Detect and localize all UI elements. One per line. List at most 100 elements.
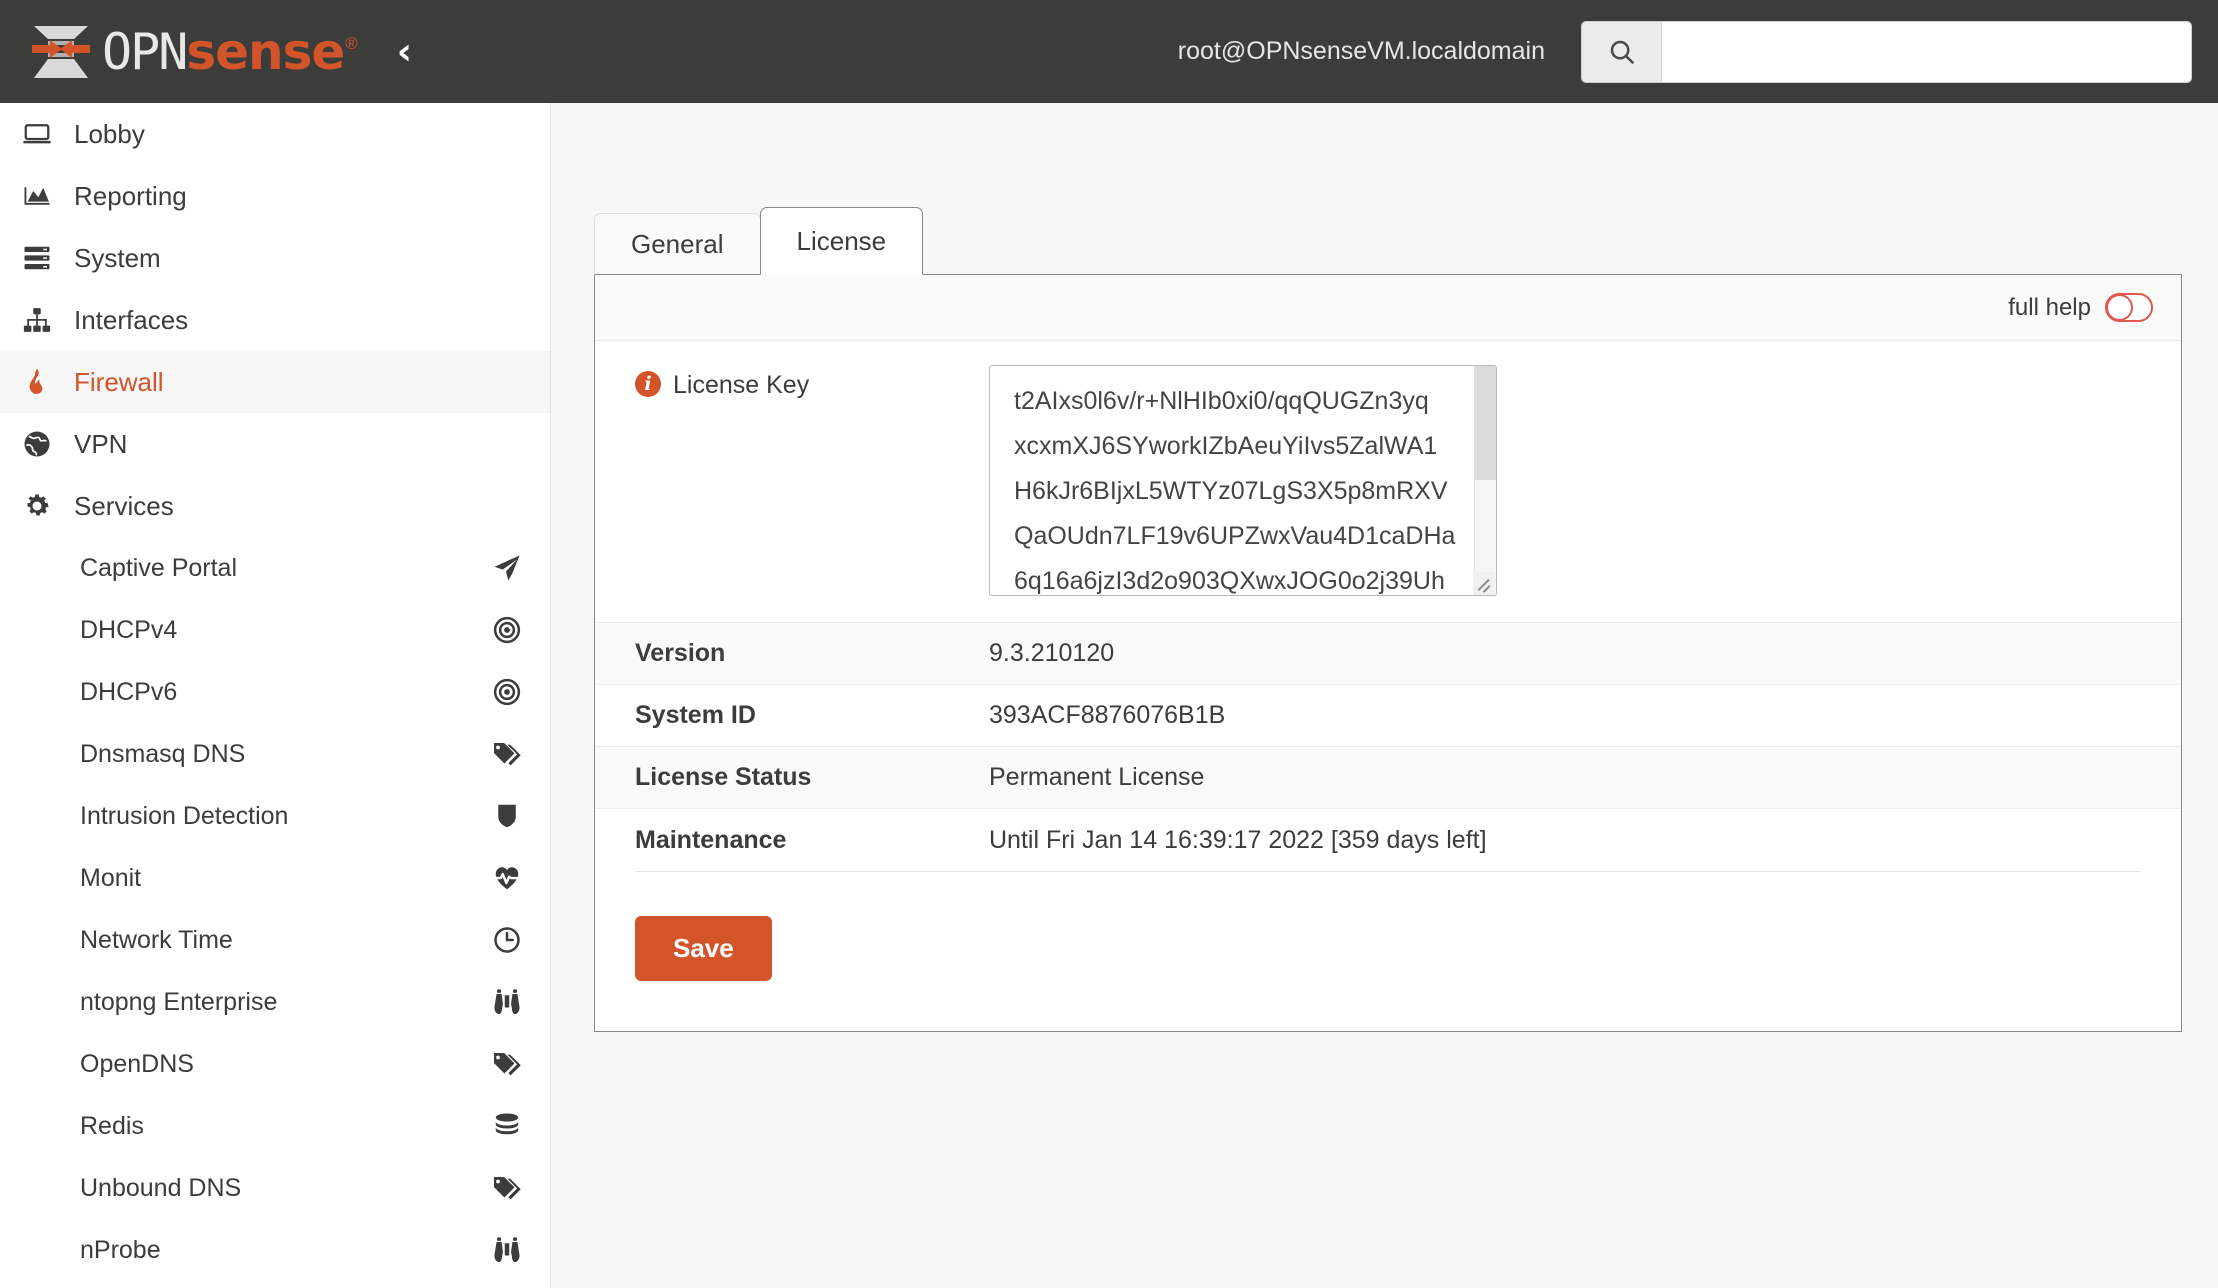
sitemap-icon [14, 305, 60, 335]
sidebar-subitem-label: Network Time [80, 925, 233, 954]
sidebar-item-label: Interfaces [74, 304, 189, 335]
opnsense-logo-icon [32, 25, 90, 78]
sidebar: Lobby Reporting System Interfaces Firewa… [0, 103, 551, 1288]
tags-icon [492, 739, 522, 769]
current-user-label: root@OPNsenseVM.localdomain [1177, 37, 1545, 65]
full-help-toggle[interactable] [2105, 293, 2153, 322]
table-row: System ID 393ACF8876076B1B [595, 685, 2181, 747]
license-key-text: t2AIxs0l6v/r+NlHIb0xi0/qqQUGZn3yq xcxmXJ… [1014, 387, 1456, 595]
sidebar-subitem-captive-portal[interactable]: Captive Portal [0, 537, 550, 599]
full-help-label: full help [2008, 293, 2091, 321]
sidebar-subitem-network-time[interactable]: Network Time [0, 909, 550, 971]
heartbeat-icon [492, 863, 522, 893]
search-box[interactable] [1581, 20, 2192, 83]
license-key-value-cell: t2AIxs0l6v/r+NlHIb0xi0/qqQUGZn3yq xcxmXJ… [989, 341, 1497, 622]
gear-icon [14, 491, 60, 521]
tags-icon [492, 1049, 522, 1079]
tab-license[interactable]: License [759, 207, 924, 275]
sidebar-item-label: Firewall [74, 366, 164, 397]
textarea-resize-handle[interactable] [1473, 572, 1495, 594]
save-button[interactable]: Save [635, 916, 772, 981]
row-value: Permanent License [989, 763, 1205, 791]
sidebar-item-label: VPN [74, 428, 128, 459]
sidebar-subitem-opendns[interactable]: OpenDNS [0, 1033, 550, 1095]
content-area: General License full help i License Key [551, 103, 2218, 1288]
globe-icon [14, 429, 60, 459]
scrollbar-thumb[interactable] [1475, 366, 1496, 480]
binoculars-icon [492, 987, 522, 1017]
license-panel: full help i License Key t2AIxs0l6v/r+NlH… [594, 274, 2182, 1032]
row-label: System ID [635, 701, 756, 729]
brand-logo-group[interactable]: OPN sense ® [30, 22, 358, 81]
sidebar-subitem-intrusion-detection[interactable]: Intrusion Detection [0, 785, 550, 847]
sidebar-collapse-icon[interactable]: ‹ [397, 33, 412, 70]
actions-row: Save [595, 872, 2181, 1031]
row-label: License Status [635, 763, 812, 791]
brand-wordmark: OPN sense ® [102, 22, 358, 81]
fire-icon [14, 367, 60, 397]
sidebar-subitem-dhcpv6[interactable]: DHCPv6 [0, 661, 550, 723]
area-chart-icon [14, 181, 60, 211]
search-icon[interactable] [1582, 21, 1662, 82]
brand-opn-text: OPN [102, 22, 188, 81]
sidebar-subitem-label: OpenDNS [80, 1049, 194, 1078]
sidebar-item-firewall[interactable]: Firewall [0, 351, 550, 413]
textarea-scrollbar[interactable] [1474, 366, 1496, 595]
sidebar-subitem-dhcpv4[interactable]: DHCPv4 [0, 599, 550, 661]
sidebar-subitem-label: Captive Portal [80, 553, 238, 582]
sidebar-item-reporting[interactable]: Reporting [0, 165, 550, 227]
row-value: Until Fri Jan 14 16:39:17 2022 [359 days… [989, 825, 1487, 854]
sidebar-subitem-unbound-dns[interactable]: Unbound DNS [0, 1157, 550, 1219]
license-key-textarea[interactable]: t2AIxs0l6v/r+NlHIb0xi0/qqQUGZn3yq xcxmXJ… [989, 365, 1497, 596]
top-bar: OPN sense ® ‹ root@OPNsenseVM.localdomain [0, 0, 2218, 103]
body-wrapper: Lobby Reporting System Interfaces Firewa… [0, 103, 2218, 1288]
sidebar-item-system[interactable]: System [0, 227, 550, 289]
sidebar-subitem-label: nProbe [80, 1235, 161, 1264]
brand-sense-text: sense [186, 22, 345, 81]
sidebar-item-label: Reporting [74, 180, 187, 211]
tab-bar: General License [594, 207, 2182, 275]
sidebar-subitem-ntopng-enterprise[interactable]: ntopng Enterprise [0, 971, 550, 1033]
sidebar-subitem-label: Intrusion Detection [80, 801, 289, 830]
row-value: 393ACF8876076B1B [989, 701, 1226, 729]
tags-icon [492, 1173, 522, 1203]
sidebar-item-services[interactable]: Services [0, 475, 550, 537]
table-row: Version 9.3.210120 [595, 623, 2181, 685]
license-key-label: License Key [673, 371, 810, 399]
info-icon[interactable]: i [635, 371, 661, 397]
sidebar-subitem-redis[interactable]: Redis [0, 1095, 550, 1157]
content-inner: General License full help i License Key [594, 207, 2182, 1032]
sidebar-item-vpn[interactable]: VPN [0, 413, 550, 475]
sidebar-item-lobby[interactable]: Lobby [0, 103, 550, 165]
sidebar-item-interfaces[interactable]: Interfaces [0, 289, 550, 351]
table-row: License Status Permanent License [595, 747, 2181, 809]
search-input[interactable] [1662, 21, 2191, 82]
row-label: Maintenance [635, 825, 787, 854]
paper-plane-icon [492, 553, 522, 583]
sidebar-item-label: Services [74, 490, 174, 521]
registered-mark: ® [345, 33, 358, 53]
bullseye-icon [492, 615, 522, 645]
table-row: Maintenance Until Fri Jan 14 16:39:17 20… [595, 809, 2181, 871]
sidebar-item-label: Lobby [74, 118, 145, 149]
sidebar-subitem-label: Dnsmasq DNS [80, 739, 246, 768]
sidebar-subitem-monit[interactable]: Monit [0, 847, 550, 909]
row-label: Version [635, 639, 726, 667]
sidebar-subitem-nprobe[interactable]: nProbe [0, 1219, 550, 1281]
sidebar-subitem-label: DHCPv6 [80, 677, 178, 706]
binoculars-icon [492, 1235, 522, 1265]
laptop-icon [14, 119, 60, 149]
topbar-right-group: root@OPNsenseVM.localdomain [1178, 0, 2218, 103]
sidebar-subitem-dnsmasq-dns[interactable]: Dnsmasq DNS [0, 723, 550, 785]
clock-icon [492, 925, 522, 955]
sidebar-subitem-label: Unbound DNS [80, 1173, 242, 1202]
sidebar-subitem-label: Monit [80, 863, 142, 892]
tab-general[interactable]: General [594, 213, 761, 275]
sidebar-subitem-label: ntopng Enterprise [80, 987, 278, 1016]
full-help-row: full help [595, 275, 2181, 341]
sidebar-subitem-label: DHCPv4 [80, 615, 178, 644]
server-icon [14, 243, 60, 273]
bullseye-icon [492, 677, 522, 707]
license-key-label-cell: i License Key [595, 341, 989, 416]
toggle-knob [2106, 294, 2133, 321]
